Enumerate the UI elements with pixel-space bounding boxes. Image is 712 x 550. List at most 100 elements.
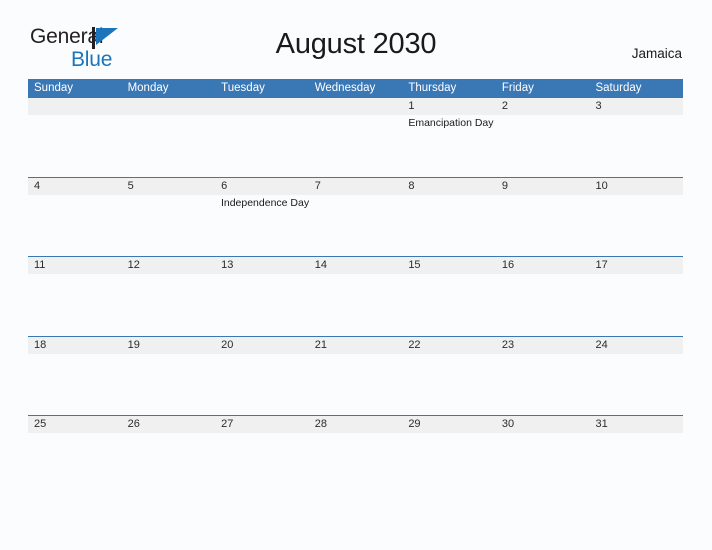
week-event-band [28,274,683,335]
day-cell[interactable] [121,195,214,256]
day-number[interactable]: 10 [589,178,683,195]
day-cell[interactable] [589,115,683,176]
calendar-grid: Sunday Monday Tuesday Wednesday Thursday Frid… [28,79,683,495]
day-cell[interactable] [122,433,216,494]
day-cell[interactable]: Emancipation Day [402,115,496,176]
day-cell [122,115,216,176]
day-cell [309,115,403,176]
day-number[interactable]: 21 [309,337,403,354]
day-cell[interactable] [215,433,309,494]
day-cell[interactable] [28,433,122,494]
week-date-band: 11 12 13 14 15 16 17 [28,257,683,274]
day-number[interactable]: 22 [402,337,496,354]
day-cell[interactable] [589,433,683,494]
calendar-week-row: 1 2 3 Emancipation Day [28,97,683,177]
day-number[interactable]: 5 [122,178,216,195]
day-number[interactable]: 29 [402,416,496,433]
day-cell[interactable] [28,195,121,256]
page-header: General Blue August 2030 Jamaica [0,0,712,70]
day-cell[interactable] [215,354,309,415]
day-number[interactable]: 13 [215,257,309,274]
week-date-band: 4 5 6 7 8 9 10 [28,177,683,195]
weekday-header-saturday: Saturday [595,82,642,94]
week-event-band: Independence Day [28,195,683,256]
week-event-band [28,433,683,494]
day-cell[interactable] [309,195,402,256]
day-number[interactable]: 7 [309,178,403,195]
day-cell[interactable] [496,195,589,256]
day-number[interactable]: 24 [589,337,683,354]
day-number[interactable]: 12 [122,257,216,274]
day-cell[interactable] [496,354,590,415]
day-number[interactable]: 6 [215,178,309,195]
weekday-header-row: Sunday Monday Tuesday Wednesday Thursday Frid… [28,79,683,97]
week-event-band [28,354,683,415]
week-date-band: 25 26 27 28 29 30 31 [28,416,683,433]
day-number[interactable]: 19 [122,337,216,354]
day-cell[interactable] [402,274,496,335]
day-cell[interactable] [402,354,496,415]
day-number[interactable]: 1 [402,98,496,115]
day-cell[interactable] [589,274,683,335]
weekday-header-thursday: Thursday [408,82,457,94]
day-number[interactable]: 15 [402,257,496,274]
day-number[interactable]: 23 [496,337,590,354]
holiday-label: Independence Day [220,196,310,209]
weekday-header-friday: Friday [501,82,534,94]
day-cell[interactable] [309,354,403,415]
day-number[interactable]: 16 [496,257,590,274]
day-number-empty [215,98,309,115]
day-cell [215,115,309,176]
calendar-week-row: 4 5 6 7 8 9 10 Independence Day [28,176,683,257]
week-event-band: Emancipation Day [28,115,683,176]
weekday-header-sunday: Sunday [34,82,74,94]
day-number[interactable]: 30 [496,416,590,433]
day-cell[interactable] [589,354,683,415]
day-cell[interactable] [403,195,496,256]
country-label: Jamaica [631,46,682,61]
day-cell[interactable] [496,115,590,176]
day-number[interactable]: 2 [496,98,590,115]
calendar-week-row: 25 26 27 28 29 30 31 [28,415,683,495]
day-cell[interactable] [402,433,496,494]
day-cell[interactable] [309,433,403,494]
day-number[interactable]: 31 [589,416,683,433]
calendar-weeks: 1 2 3 Emancipation Day 4 5 6 7 8 9 10 Independence … [28,97,683,495]
day-number[interactable]: 27 [215,416,309,433]
day-number[interactable]: 3 [589,98,683,115]
week-date-band: 123 [28,98,683,115]
day-cell[interactable]: Independence Day [215,195,309,256]
day-cell[interactable] [28,354,122,415]
day-cell[interactable] [309,274,403,335]
page-title: August 2030 [275,28,437,60]
day-number-empty [309,98,403,115]
day-cell[interactable] [122,354,216,415]
day-number-empty [122,98,216,115]
holiday-label: Emancipation Day [408,117,494,129]
day-cell[interactable] [496,433,590,494]
weekday-header-monday: Monday [127,82,169,94]
day-number[interactable]: 9 [496,178,590,195]
week-date-band: 18 19 20 21 22 23 24 [28,336,683,354]
weekday-header-tuesday: Tuesday [221,82,265,94]
weekday-header-wednesday: Wednesday [314,82,376,94]
day-number[interactable]: 26 [122,416,216,433]
day-number[interactable]: 4 [28,178,122,195]
day-number-empty [28,98,122,115]
calendar-week-row: 11 12 13 14 15 16 17 [28,256,683,336]
day-number[interactable]: 20 [215,337,309,354]
day-cell[interactable] [122,274,216,335]
day-cell[interactable] [590,195,683,256]
day-number[interactable]: 11 [28,257,122,274]
day-number[interactable]: 18 [28,337,122,354]
day-cell[interactable] [496,274,590,335]
day-number[interactable]: 28 [309,416,403,433]
calendar-week-row: 18 19 20 21 22 23 24 [28,335,683,416]
day-number[interactable]: 25 [28,416,122,433]
day-cell [28,115,122,176]
day-number[interactable]: 17 [589,257,683,274]
day-cell[interactable] [28,274,122,335]
day-number[interactable]: 8 [402,178,496,195]
day-cell[interactable] [215,274,309,335]
day-number[interactable]: 14 [309,257,403,274]
